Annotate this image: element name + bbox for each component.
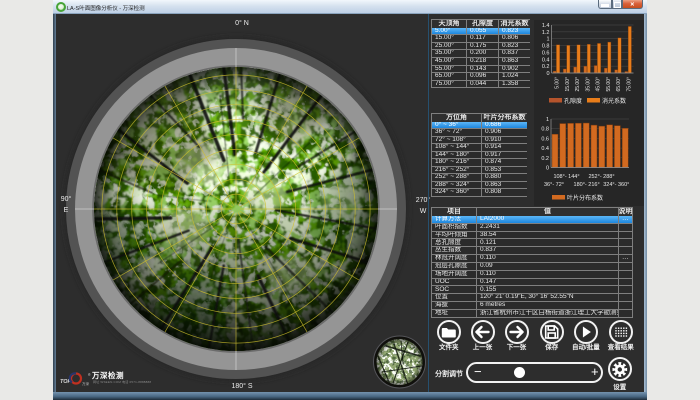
- svg-text:65.00°: 65.00°: [616, 77, 622, 92]
- svg-text:1.4: 1.4: [542, 23, 550, 29]
- svg-text:108°- 144°: 108°- 144°: [553, 174, 579, 180]
- svg-text:35.00°: 35.00°: [585, 77, 591, 92]
- svg-text:1.2: 1.2: [542, 30, 550, 36]
- svg-text:55.00°: 55.00°: [606, 77, 612, 92]
- svg-text:5.00°: 5.00°: [555, 77, 561, 89]
- svg-text:0.2: 0.2: [542, 64, 550, 70]
- svg-text:0.8: 0.8: [542, 44, 550, 50]
- svg-text:消光系数: 消光系数: [602, 97, 626, 105]
- svg-text:1: 1: [546, 117, 549, 123]
- svg-text:0: 0: [546, 166, 549, 172]
- svg-text:E: E: [64, 207, 69, 214]
- svg-text:15.00°: 15.00°: [565, 77, 571, 92]
- svg-text:0: 0: [546, 71, 549, 77]
- svg-text:90°: 90°: [61, 195, 72, 203]
- svg-text:0.8: 0.8: [541, 127, 549, 133]
- svg-text:324°- 360°: 324°- 360°: [603, 182, 629, 188]
- svg-text:180°- 216°: 180°- 216°: [574, 182, 600, 188]
- svg-text:1: 1: [546, 37, 549, 43]
- svg-text:0.4: 0.4: [542, 57, 550, 63]
- svg-text:45.00°: 45.00°: [596, 77, 602, 92]
- svg-text:孔隙度: 孔隙度: [564, 97, 582, 105]
- svg-text:万深: 万深: [82, 381, 89, 386]
- svg-text:0.4: 0.4: [541, 146, 549, 152]
- svg-text:0.2: 0.2: [541, 156, 549, 162]
- svg-text:0° N: 0° N: [235, 19, 249, 27]
- svg-text:0.6: 0.6: [542, 50, 550, 56]
- svg-text:®: ®: [88, 373, 91, 377]
- svg-text:252°- 288°: 252°- 288°: [588, 174, 614, 180]
- svg-text:180° S: 180° S: [231, 382, 252, 390]
- svg-text:0.6: 0.6: [541, 136, 549, 142]
- svg-text:25.00°: 25.00°: [575, 77, 581, 92]
- svg-text:36°- 72°: 36°- 72°: [544, 182, 564, 188]
- svg-text:W: W: [420, 208, 427, 215]
- svg-text:叶片分布系数: 叶片分布系数: [567, 194, 603, 202]
- svg-text:75.00°: 75.00°: [626, 77, 632, 92]
